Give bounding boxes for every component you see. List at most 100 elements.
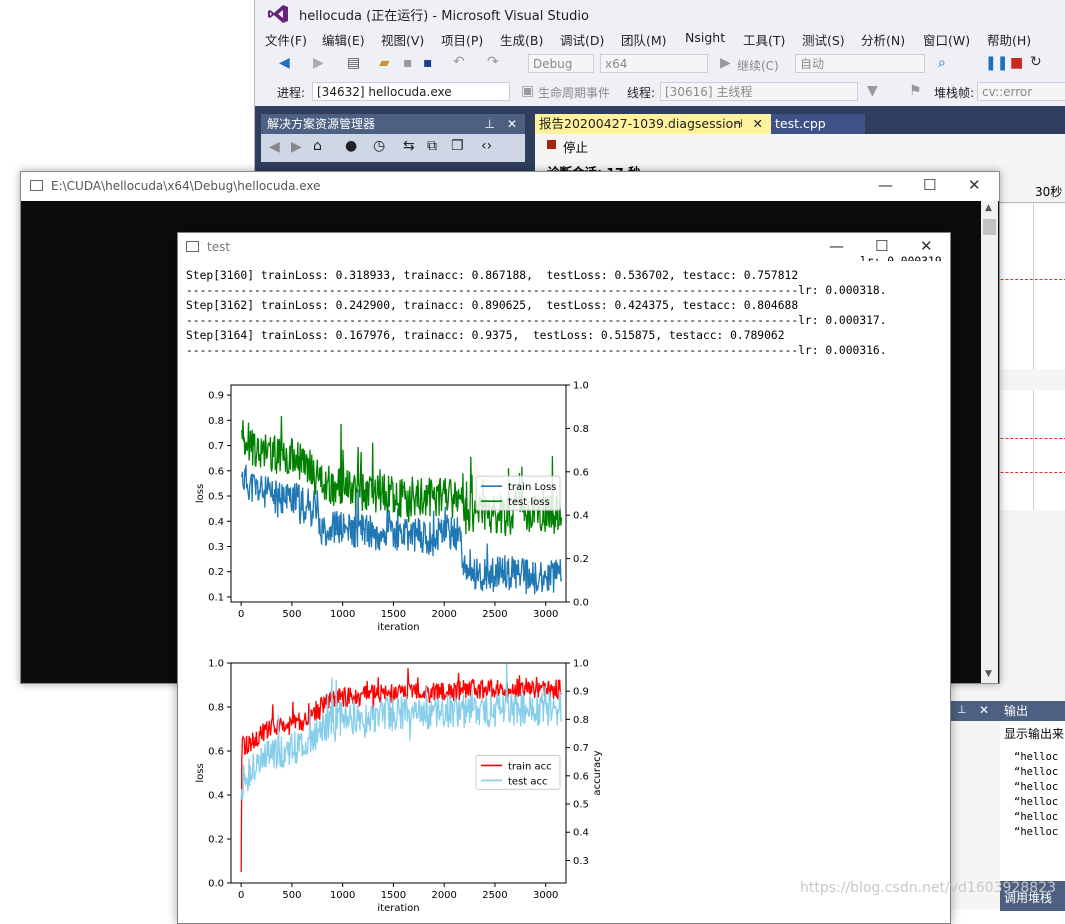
configuration-dropdown[interactable]: Debug [528, 54, 594, 73]
legend-label: test acc [508, 776, 548, 787]
solution-explorer-title: 解决方案资源管理器 [267, 117, 376, 131]
stack-frame-label: 堆栈帧: [934, 86, 975, 100]
close-icon[interactable]: ✕ [968, 176, 981, 194]
pin-icon[interactable]: ⊥ [485, 114, 495, 134]
close-icon[interactable]: ✕ [920, 237, 933, 255]
y-tick-label: 1.0 [208, 659, 224, 670]
side-panel-header: ⊥ ✕ [945, 701, 1000, 721]
back-icon[interactable]: ◀ [279, 55, 290, 71]
find-icon[interactable]: ⌕ [938, 55, 946, 71]
code-icon[interactable]: ‹› [481, 138, 492, 154]
output-line: “helloc [1014, 796, 1059, 808]
undo-icon[interactable]: ↶ [453, 54, 465, 70]
pin-icon[interactable]: ⊣ [733, 114, 743, 134]
save-all-icon[interactable]: ▪ [423, 55, 433, 71]
scrollbar-thumb[interactable] [983, 219, 996, 235]
menu-edit[interactable]: 编辑(E) [322, 30, 365, 49]
y2-tick-label: 0.6 [573, 771, 589, 782]
test-window: test — ☐ ✕ lr: 0.000319. Step[3160] trai… [177, 232, 951, 924]
menu-team[interactable]: 团队(M) [621, 30, 667, 49]
forward-icon[interactable]: ▶ [291, 139, 302, 155]
minimize-icon[interactable]: — [878, 176, 893, 194]
stop-icon[interactable] [547, 140, 556, 149]
y-tick-label: 0.2 [208, 835, 224, 846]
y2-tick-label: 0.9 [573, 687, 589, 698]
title-separator [178, 261, 950, 266]
pin-icon[interactable]: ⊥ [957, 703, 967, 716]
close-tab-icon[interactable]: ✕ [753, 114, 763, 134]
copy-icon[interactable]: ❐ [451, 138, 464, 154]
filter-icon[interactable]: ▼ [867, 83, 878, 99]
x-tick-label: 2500 [482, 890, 507, 901]
grid-line [1033, 204, 1034, 369]
menu-window[interactable]: 窗口(W) [923, 30, 970, 49]
menu-build[interactable]: 生成(B) [500, 30, 543, 49]
redo-icon[interactable]: ↷ [487, 54, 499, 70]
open-folder-icon[interactable]: ▰ [379, 55, 390, 71]
tab-diagsession[interactable]: 报告20200427-1039.diagsession ⊣ ✕ [535, 114, 771, 134]
y-tick-label: 0.5 [208, 492, 224, 503]
menu-file[interactable]: 文件(F) [265, 30, 307, 49]
thread-dropdown[interactable]: [30616] 主线程 [660, 82, 858, 101]
y-tick-label: 0.4 [208, 517, 224, 528]
minimize-icon[interactable]: — [829, 237, 844, 255]
vs-standard-toolbar: ◀ ▶ ▤ ▰ ▪ ▪ ↶ ↷ Debug x64 ▶ 继续(C) 自动 ⌕ ❚… [255, 51, 1065, 78]
tab-test-cpp[interactable]: test.cpp [771, 114, 865, 134]
close-icon[interactable]: ✕ [979, 703, 989, 717]
home-icon[interactable]: ⌂ [313, 138, 322, 154]
scroll-up-icon[interactable]: ▲ [985, 203, 992, 213]
continue-button[interactable]: 继续(C) [737, 57, 779, 74]
x-tick-label: 2000 [431, 609, 456, 620]
pause-icon[interactable]: ❚❚ [985, 55, 1008, 71]
process-dropdown[interactable]: [34632] hellocuda.exe [312, 82, 510, 101]
y-axis-label: loss [195, 763, 206, 782]
flag-icon[interactable]: ⚑ [909, 83, 922, 99]
globe-icon[interactable]: ● [345, 138, 357, 154]
x-tick-label: 3000 [533, 609, 558, 620]
scroll-down-icon[interactable]: ▼ [985, 669, 992, 679]
history-icon[interactable]: ◷ [373, 138, 385, 154]
menu-test[interactable]: 测试(S) [802, 30, 845, 49]
menu-project[interactable]: 项目(P) [441, 30, 483, 49]
restart-icon[interactable]: ↻ [1030, 54, 1042, 70]
console-title-bar: E:\CUDA\hellocuda\x64\Debug\hellocuda.ex… [21, 172, 999, 201]
y2-tick-label: 1.0 [573, 381, 589, 392]
console-scrollbar[interactable]: ▲ ▼ [981, 201, 998, 683]
auto-dropdown[interactable]: 自动 [795, 54, 925, 73]
y2-tick-label: 0.7 [573, 743, 589, 754]
close-icon[interactable]: ✕ [507, 114, 517, 134]
save-icon[interactable]: ▪ [403, 55, 413, 71]
y2-tick-label: 0.4 [573, 828, 589, 839]
x-axis-label: iteration [377, 903, 419, 913]
menu-analyze[interactable]: 分析(N) [861, 30, 905, 49]
process-label: 进程: [277, 86, 306, 100]
menu-debug[interactable]: 调试(D) [560, 30, 604, 49]
legend-label: train Loss [508, 482, 556, 493]
platform-dropdown[interactable]: x64 [600, 54, 708, 73]
maximize-icon[interactable]: ☐ [875, 237, 888, 255]
stack-frame-dropdown[interactable]: cv::error [977, 82, 1065, 101]
y-tick-label: 0.0 [208, 879, 224, 890]
legend-label: train acc [508, 761, 552, 772]
sync-icon[interactable]: ⇆ [403, 138, 415, 154]
x-tick-label: 1500 [381, 609, 406, 620]
stop-button[interactable]: 停止 [563, 137, 588, 156]
back-icon[interactable]: ◀ [269, 139, 280, 155]
log-separator: ----------------------------------------… [186, 314, 887, 327]
loss-chart: 0 500 1000 1500 2000 2500 3000 0.1 0.2 0.3 0.4 0.5 0… [195, 381, 589, 634]
grid-line [1033, 390, 1034, 510]
continue-icon[interactable]: ▶ [720, 55, 731, 71]
y2-tick-label: 1.0 [573, 659, 589, 670]
menu-view[interactable]: 视图(V) [381, 30, 424, 49]
stop-icon[interactable]: ■ [1010, 55, 1023, 71]
menu-tools[interactable]: 工具(T) [743, 30, 785, 49]
menu-nsight[interactable]: Nsight [685, 30, 725, 45]
new-item-icon[interactable]: ▤ [347, 55, 360, 71]
collapse-icon[interactable]: ⧉ [427, 138, 437, 154]
forward-icon[interactable]: ▶ [313, 55, 324, 71]
lifecycle-events-button[interactable]: 生命周期事件 [538, 84, 610, 101]
console-app-icon [30, 180, 43, 191]
output-line: “helloc [1014, 811, 1059, 823]
maximize-icon[interactable]: ☐ [923, 176, 936, 194]
menu-help[interactable]: 帮助(H) [987, 30, 1031, 49]
